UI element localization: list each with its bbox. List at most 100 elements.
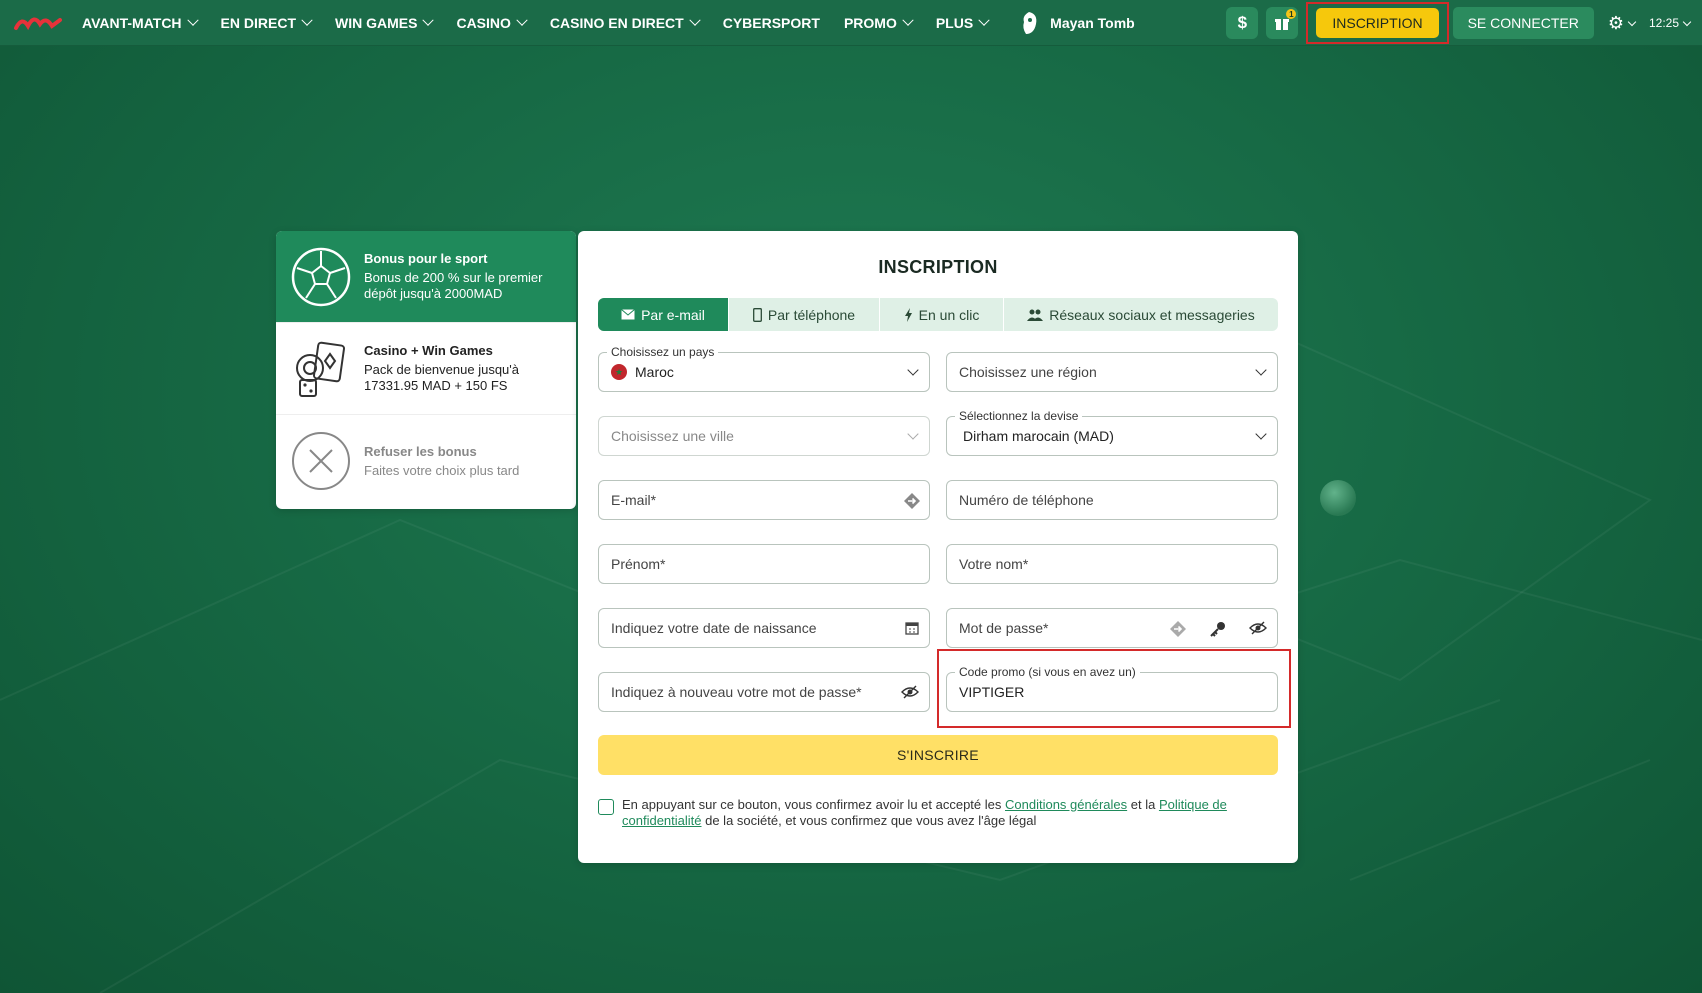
region-placeholder: Choisissez une région [959, 364, 1097, 380]
bonus-description: Faites votre choix plus tard [364, 462, 520, 478]
envelope-icon [621, 309, 635, 320]
dollar-icon: $ [1237, 13, 1248, 32]
nav-label: CASINO EN DIRECT [549, 15, 684, 31]
nav-item-casino[interactable]: CASINO [444, 0, 537, 46]
clock-time: 12:25 [1648, 16, 1679, 30]
nav-item-promo[interactable]: PROMO [832, 0, 924, 46]
consent-checkbox[interactable] [598, 799, 614, 815]
key-icon[interactable] [1209, 620, 1227, 638]
eye-off-icon[interactable] [1249, 621, 1267, 635]
consent-text-middle: et la [1127, 797, 1159, 812]
promo-value: VIPTIGER [959, 684, 1025, 700]
nav-item-avant-match[interactable]: AVANT-MATCH [70, 0, 209, 46]
nav-item-mayan-tomb[interactable]: Mayan Tomb [1006, 0, 1147, 46]
nav-label: AVANT-MATCH [82, 15, 182, 31]
firstname-field[interactable]: Prénom* [598, 544, 930, 584]
chevron-down-icon [1255, 364, 1267, 376]
tab-label: Par téléphone [767, 306, 856, 323]
nav-label: PROMO [843, 15, 897, 31]
nav-label: WIN GAMES [335, 15, 418, 31]
password-repeat-field[interactable]: Indiquez à nouveau votre mot de passe* [598, 672, 930, 712]
settings-menu[interactable]: ⚙ [1607, 12, 1637, 34]
registration-method-tabs: Par e-mail Par téléphone En un clic Rése… [598, 298, 1278, 331]
consent-text-after: de la société, et vous confirmez que vou… [701, 813, 1037, 828]
signup-button[interactable]: INSCRIPTION [1316, 8, 1439, 38]
currency-select[interactable]: Sélectionnez la devise Dirham marocain (… [946, 409, 1278, 456]
deposit-button[interactable]: $ [1226, 7, 1259, 39]
nav-item-win-games[interactable]: WIN GAMES [323, 0, 444, 46]
soccer-ball-icon [291, 247, 351, 306]
phone-placeholder: Numéro de téléphone [959, 492, 1094, 508]
city-select[interactable]: Choisissez une ville [598, 416, 930, 456]
phone-icon [752, 307, 762, 322]
chevron-down-icon [1255, 428, 1267, 440]
tab-label: Par e-mail [641, 306, 705, 323]
city-placeholder: Choisissez une ville [611, 428, 734, 444]
bonus-option-casino[interactable]: Casino + Win Games Pack de bienvenue jus… [276, 323, 576, 415]
header-tools: $ 1 INSCRIPTION SE CONNECTER ⚙ 12:25 [1226, 0, 1702, 46]
morocco-flag-icon: ★ [611, 364, 627, 380]
tab-email[interactable]: Par e-mail [598, 298, 729, 331]
gift-button[interactable]: 1 [1266, 7, 1299, 39]
tab-social[interactable]: Réseaux sociaux et messageries [1004, 298, 1278, 331]
gear-icon: ⚙ [1607, 12, 1624, 33]
password-placeholder: Mot de passe* [959, 620, 1049, 636]
nav-item-en-direct[interactable]: EN DIRECT [209, 0, 323, 46]
registration-form: INSCRIPTION Par e-mail Par téléphone En … [578, 231, 1298, 863]
nav-label: CASINO [456, 15, 511, 31]
phone-field[interactable]: Numéro de téléphone [946, 480, 1278, 520]
bonus-selector: Bonus pour le sport Bonus de 200 % sur l… [276, 231, 576, 509]
password-field[interactable]: Mot de passe* [946, 608, 1278, 648]
country-label: Choisissez un pays [607, 345, 719, 359]
country-select[interactable]: Choisissez un pays ★ Maroc [598, 345, 930, 392]
email-placeholder: E-mail* [611, 492, 657, 508]
chevron-down-icon [1627, 17, 1637, 26]
main-nav: AVANT-MATCH EN DIRECT WIN GAMES CASINO C… [70, 0, 1147, 46]
nav-label: EN DIRECT [220, 15, 296, 31]
autofill-icon[interactable] [903, 492, 921, 510]
bonus-description: Pack de bienvenue jusqu'à 17331.95 MAD +… [364, 362, 519, 393]
eye-off-icon[interactable] [901, 685, 919, 699]
time-menu[interactable]: 12:25 [1648, 16, 1692, 30]
consent-text: En appuyant sur ce bouton, vous confirme… [622, 797, 1278, 829]
nav-item-casino-en-direct[interactable]: CASINO EN DIRECT [538, 0, 711, 46]
chevron-down-icon [301, 14, 313, 26]
bonus-title: Casino + Win Games [364, 343, 493, 358]
tab-one-click[interactable]: En un clic [880, 298, 1004, 331]
autofill-icon[interactable] [1169, 620, 1187, 638]
bonus-option-sport[interactable]: Bonus pour le sport Bonus de 200 % sur l… [276, 231, 576, 323]
consent-text-before: En appuyant sur ce bouton, vous confirme… [622, 797, 1005, 812]
top-navigation-bar: AVANT-MATCH EN DIRECT WIN GAMES CASINO C… [0, 0, 1702, 46]
tab-label: Réseaux sociaux et messageries [1049, 306, 1255, 323]
register-submit-button[interactable]: S'INSCRIRE [598, 735, 1278, 775]
gift-count-badge: 1 [1286, 9, 1297, 19]
lastname-placeholder: Votre nom* [959, 556, 1029, 572]
consent-row: En appuyant sur ce bouton, vous confirme… [598, 797, 1278, 829]
casino-chips-cards-icon [296, 341, 345, 397]
bonus-option-refuse[interactable]: Refuser les bonus Faites votre choix plu… [276, 415, 576, 507]
form-title: INSCRIPTION [878, 257, 998, 277]
chevron-down-icon [902, 14, 914, 26]
currency-label: Sélectionnez la devise [955, 409, 1083, 423]
nav-item-cybersport[interactable]: CYBERSPORT [711, 0, 832, 46]
promo-code-field[interactable]: Code promo (si vous en avez un) VIPTIGER [946, 665, 1278, 712]
signup-highlight-frame: INSCRIPTION [1306, 2, 1449, 44]
decorative-ball [1320, 480, 1356, 516]
lightning-icon [904, 307, 912, 322]
bonus-title: Refuser les bonus [364, 443, 477, 459]
nav-item-plus[interactable]: PLUS [924, 0, 1000, 46]
users-icon [1027, 309, 1044, 321]
featured-game-label: Mayan Tomb [1050, 15, 1135, 31]
region-select[interactable]: Choisissez une région [946, 352, 1278, 392]
email-field[interactable]: E-mail* [598, 480, 930, 520]
chevron-down-icon [422, 14, 435, 26]
terms-link[interactable]: Conditions générales [1005, 797, 1127, 812]
password-repeat-placeholder: Indiquez à nouveau votre mot de passe* [611, 684, 862, 700]
calendar-icon[interactable] [905, 621, 919, 635]
bonus-description: Bonus de 200 % sur le premier dépôt jusq… [364, 270, 543, 301]
tab-phone[interactable]: Par téléphone [729, 298, 880, 331]
birthdate-field[interactable]: Indiquez votre date de naissance [598, 608, 930, 648]
login-button[interactable]: SE CONNECTER [1452, 7, 1594, 39]
lastname-field[interactable]: Votre nom* [946, 544, 1278, 584]
site-logo[interactable] [12, 10, 64, 36]
